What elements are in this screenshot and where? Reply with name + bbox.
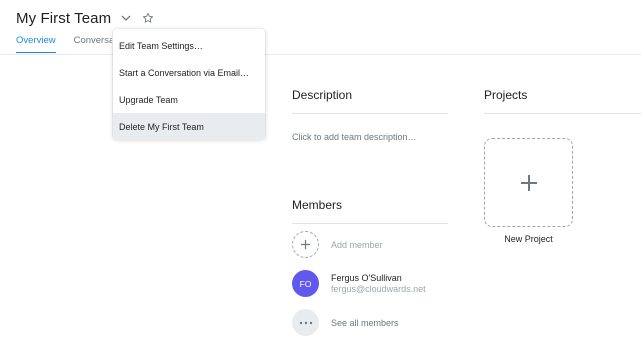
menu-item-edit-team-settings[interactable]: Edit Team Settings… — [113, 32, 265, 59]
more-icon — [292, 309, 319, 336]
star-icon[interactable] — [141, 11, 155, 25]
new-project-label: New Project — [504, 234, 553, 244]
header-divider — [0, 54, 641, 55]
members-divider — [292, 223, 448, 224]
chevron-down-icon[interactable] — [120, 12, 132, 24]
description-title: Description — [292, 88, 353, 102]
menu-item-upgrade-team[interactable]: Upgrade Team — [113, 86, 265, 113]
menu-item-start-conversation-email[interactable]: Start a Conversation via Email… — [113, 59, 265, 86]
add-member-label: Add member — [331, 239, 383, 250]
avatar: FO — [292, 270, 319, 297]
plus-icon — [520, 174, 537, 191]
add-member-icon — [292, 231, 319, 258]
members-title: Members — [292, 198, 343, 212]
projects-title: Projects — [484, 88, 528, 102]
new-project-button[interactable] — [484, 138, 573, 227]
description-field[interactable]: Click to add team description… — [292, 132, 417, 142]
tab-conversations[interactable]: Conversations — [74, 35, 112, 53]
member-row[interactable]: FO Fergus O'Sullivan fergus@cloudwards.n… — [292, 270, 426, 297]
team-header: My First Team — [16, 6, 155, 30]
member-name: Fergus O'Sullivan — [331, 272, 402, 283]
member-email: fergus@cloudwards.net — [331, 283, 426, 294]
tab-overview[interactable]: Overview — [16, 35, 56, 53]
team-name: My First Team — [16, 9, 112, 27]
see-all-members-label: See all members — [331, 317, 399, 328]
add-member-button[interactable]: Add member — [292, 231, 383, 258]
menu-item-delete-team[interactable]: Delete My First Team — [113, 113, 265, 140]
description-divider — [292, 113, 448, 114]
team-options-menu: Edit Team Settings… Start a Conversation… — [113, 29, 265, 140]
member-info: Fergus O'Sullivan fergus@cloudwards.net — [331, 273, 426, 295]
projects-divider — [484, 113, 641, 114]
see-all-members-button[interactable]: See all members — [292, 309, 399, 336]
